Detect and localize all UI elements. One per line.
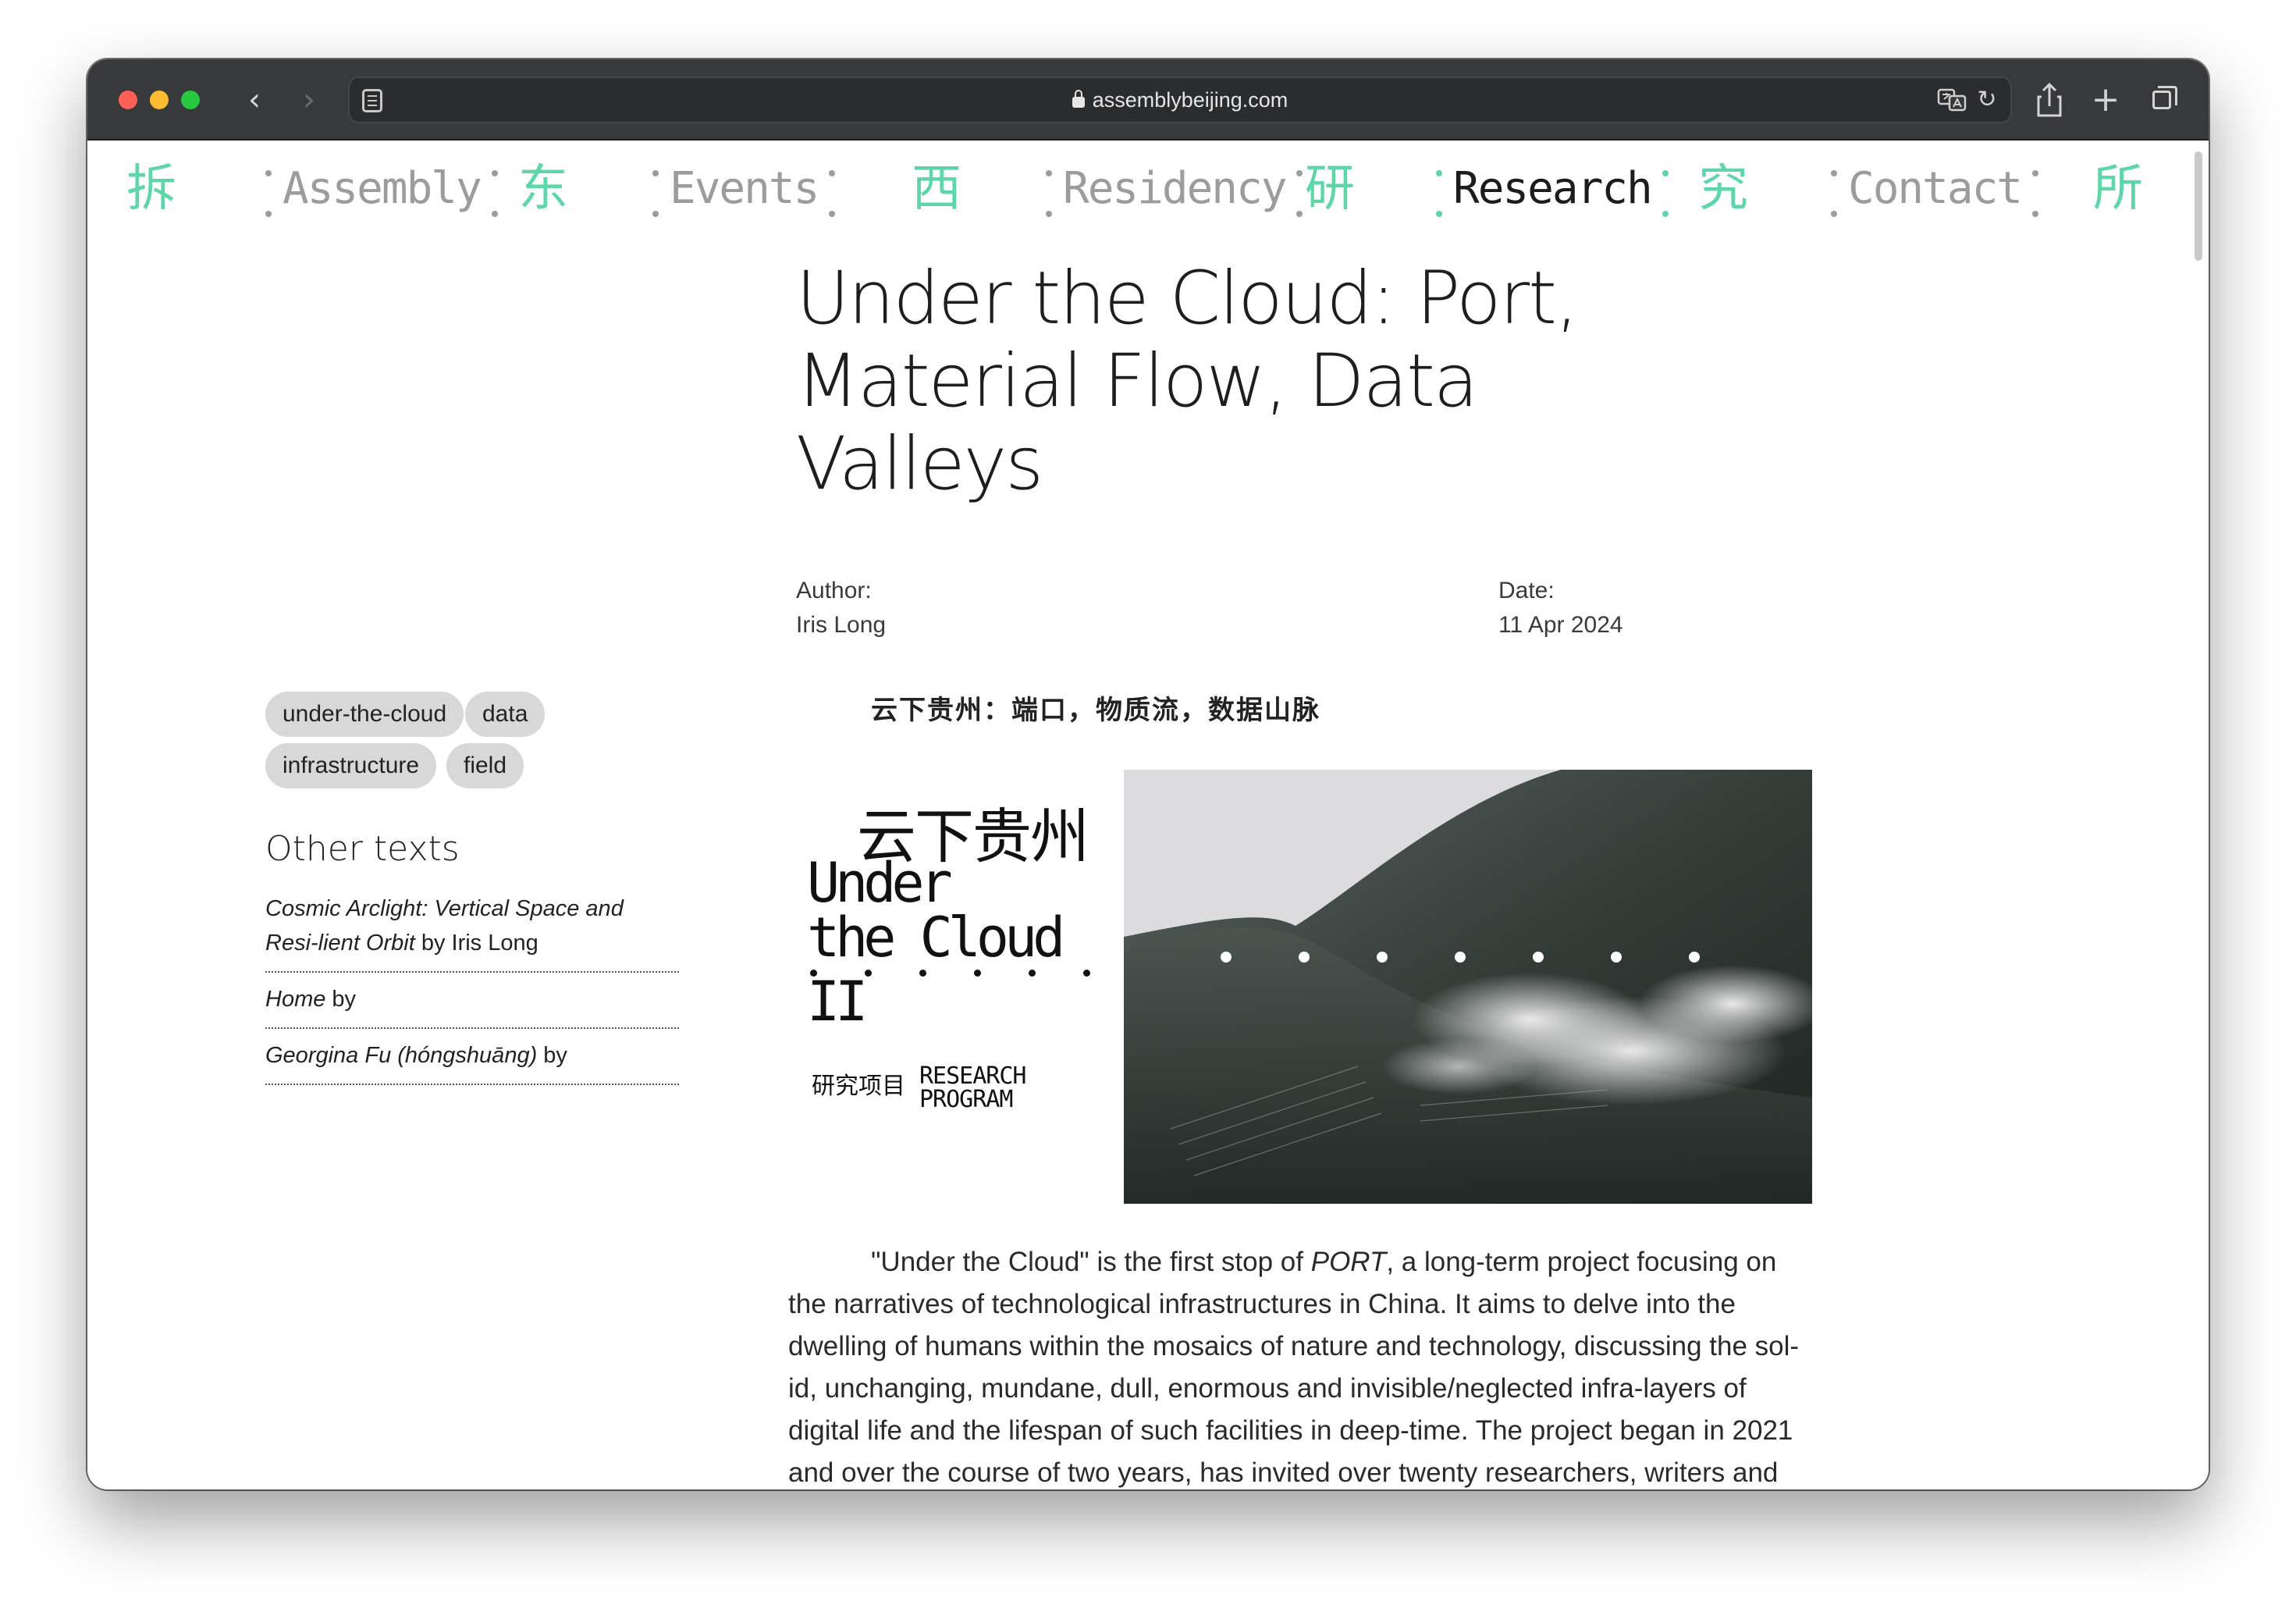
back-icon[interactable]: ‹ (236, 80, 273, 120)
tag-under-the-cloud[interactable]: under-the-cloud (265, 692, 464, 737)
web-page: 拆 Assembly 东 Events 西 Residency 研 Resear… (87, 141, 2209, 1489)
nav-cn-char[interactable]: 西 (912, 150, 961, 228)
body-text-port: PORT (1310, 1247, 1387, 1277)
article-body: "Under the Cloud" is the first stop of P… (788, 1241, 1818, 1489)
nav-link-label: Contact (1848, 163, 2023, 214)
zoom-window-button[interactable] (181, 91, 200, 109)
nav-cn-char[interactable]: 究 (1698, 150, 1748, 228)
other-text-byline: by Iris Long (414, 931, 538, 956)
close-window-button[interactable] (119, 91, 137, 109)
nav-cn-char[interactable]: 拆 (126, 150, 176, 228)
tag-data[interactable]: data (465, 692, 546, 737)
url-text: assemblybeijing.com (1092, 88, 1288, 112)
author-label: Author: (796, 578, 872, 603)
tag-field[interactable]: field (446, 743, 524, 788)
other-text-byline: by (537, 1043, 567, 1068)
nav-cn-char[interactable]: 研 (1305, 150, 1355, 228)
reload-icon[interactable]: ↻ (1974, 87, 1999, 112)
nav-link-label: Residency (1063, 163, 1287, 214)
date-label: Date: (1498, 578, 1555, 603)
nav-cn-char[interactable]: 所 (2093, 150, 2143, 228)
nav-link-events[interactable]: Events (652, 150, 836, 228)
other-texts-heading: Other texts (265, 829, 460, 869)
author-name: Iris Long (796, 612, 887, 638)
other-text-item[interactable]: Cosmic Arclight: Vertical Space and Resi… (265, 882, 679, 973)
nav-link-label: Events (670, 163, 819, 214)
body-text-part: , a long-term project focusing on the na… (788, 1247, 1800, 1488)
other-text-item[interactable]: Home by (265, 973, 679, 1029)
logo-sub-en-line2: PROGRAM (919, 1086, 1013, 1113)
address-bar[interactable]: assemblybeijing.com ↻ (348, 77, 2012, 123)
nav-link-label: Research (1453, 163, 1653, 214)
other-text-item[interactable]: Georgina Fu (hóngshuāng) by (265, 1029, 679, 1085)
nav-link-residency[interactable]: Residency (1046, 150, 1303, 228)
other-text-byline: by (325, 987, 357, 1012)
logo-dots (810, 970, 1091, 977)
nav-link-research[interactable]: Research (1436, 150, 1669, 228)
tag-infrastructure[interactable]: infrastructure (265, 743, 437, 788)
minimize-window-button[interactable] (150, 91, 169, 109)
translate-icon[interactable] (1937, 87, 1967, 112)
hero-image (1124, 770, 1812, 1204)
program-logo: 云下贵州 Under the Cloud II 研究项目 RESEARCH PRO… (804, 788, 1097, 1132)
site-nav: 拆 Assembly 东 Events 西 Residency 研 Resear… (87, 141, 2209, 234)
browser-toolbar: ‹ › assemblybeijing.com ↻ + (87, 59, 2209, 141)
nav-link-contact[interactable]: Contact (1831, 150, 2039, 228)
url-display[interactable]: assemblybeijing.com (350, 78, 2010, 122)
other-text-title: Home (265, 987, 326, 1012)
nav-link-label: Assembly (283, 163, 482, 214)
forward-icon[interactable]: › (290, 80, 328, 120)
browser-window: ‹ › assemblybeijing.com ↻ + 拆 Assembly 东… (87, 59, 2209, 1489)
chinese-subtitle: 云下贵州：端口，物质流，数据山脉 (871, 695, 1320, 726)
share-icon[interactable] (2031, 78, 2068, 122)
other-text-title: Georgina Fu (hóngshuāng) (265, 1043, 538, 1068)
date-value: 11 Apr 2024 (1498, 612, 1623, 638)
logo-sub-en: RESEARCH PROGRAM (919, 1065, 1026, 1112)
logo-sub-cn: 研究项目 (812, 1073, 905, 1100)
article-title: Under the Cloud: Port, Material Flow, Da… (796, 256, 1579, 507)
nav-link-assembly[interactable]: Assembly (265, 150, 498, 228)
other-texts-list: Cosmic Arclight: Vertical Space and Resi… (265, 882, 679, 1085)
lock-icon (1072, 90, 1085, 108)
tab-overview-icon[interactable] (2143, 78, 2180, 122)
body-text-part: "Under the Cloud" is the first stop of (871, 1247, 1311, 1277)
hero-image-art (1124, 770, 1812, 1204)
nav-cn-char[interactable]: 东 (518, 150, 568, 228)
new-tab-icon[interactable]: + (2087, 78, 2124, 122)
